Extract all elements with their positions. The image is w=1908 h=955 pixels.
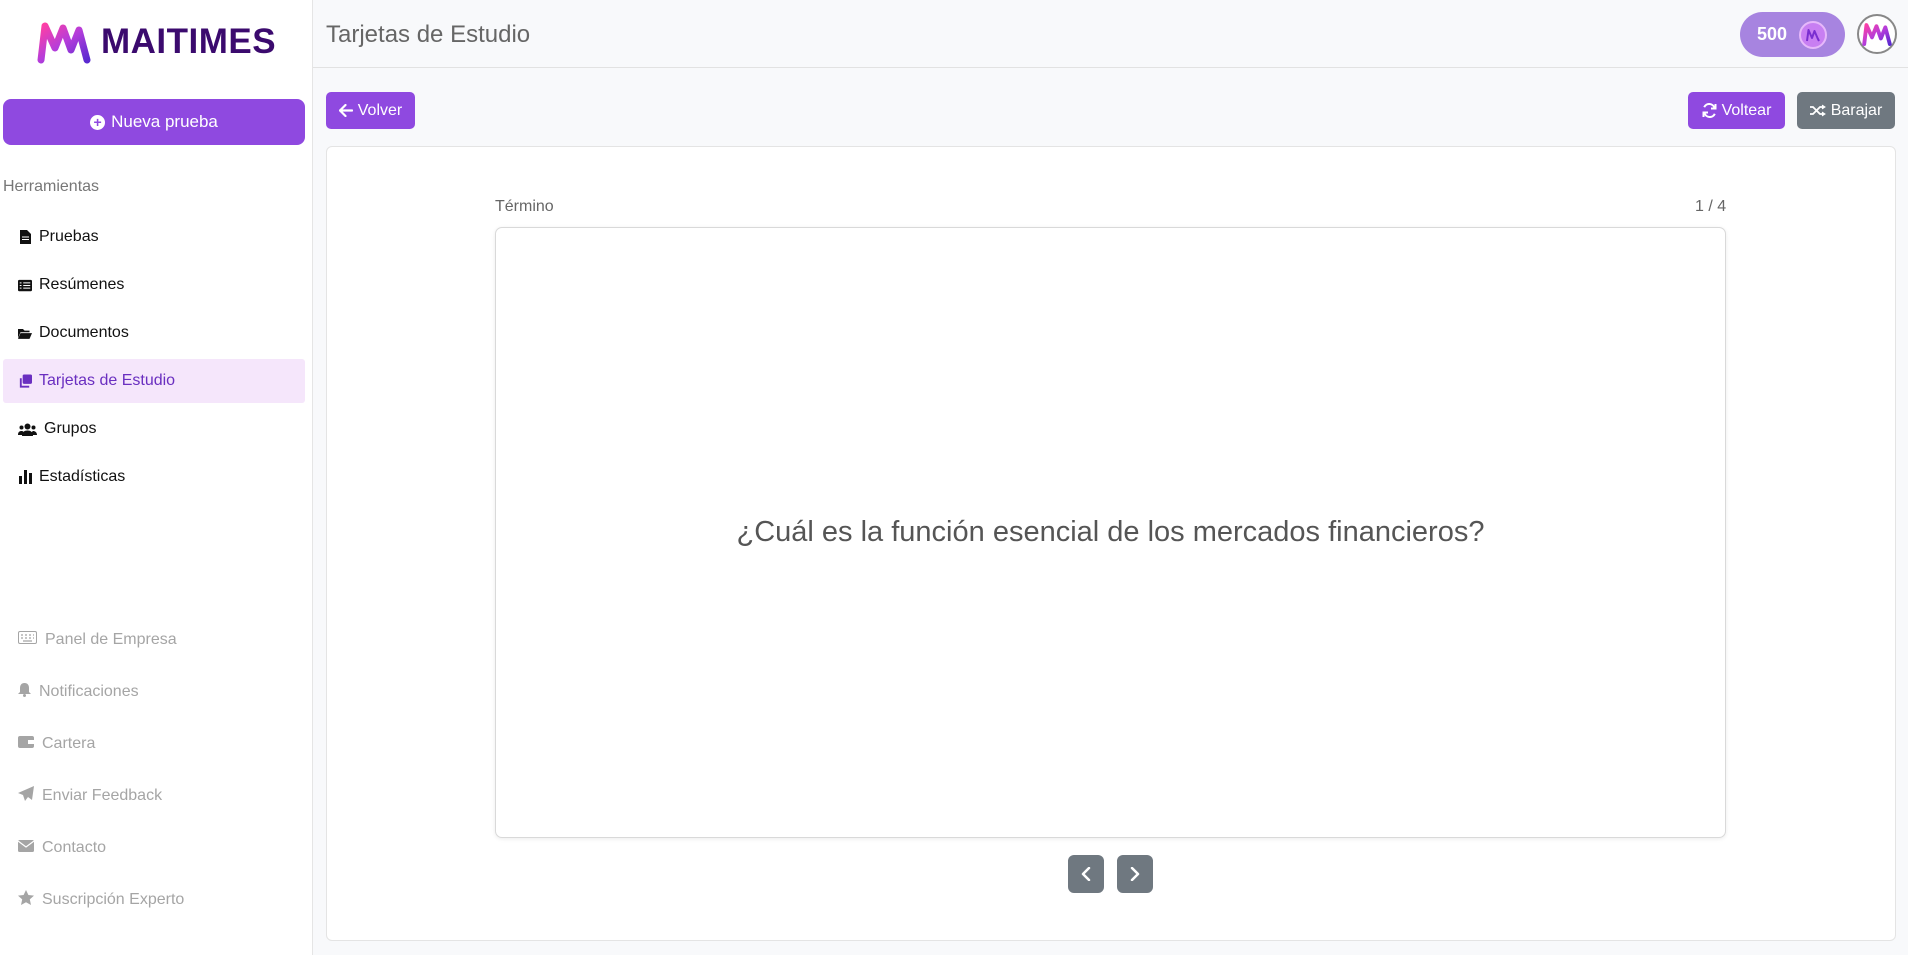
sidebar-item-estadisticas[interactable]: Estadísticas <box>3 455 305 499</box>
previous-card-button[interactable] <box>1068 855 1104 893</box>
sidebar-item-feedback[interactable]: Enviar Feedback <box>3 770 305 822</box>
sidebar-item-suscripcion[interactable]: Suscripción Experto <box>3 874 305 926</box>
sidebar-item-notificaciones[interactable]: Notificaciones <box>3 666 305 718</box>
star-icon <box>18 890 34 910</box>
next-card-button[interactable] <box>1117 855 1153 893</box>
shuffle-icon <box>1809 104 1826 117</box>
bell-icon <box>18 682 31 702</box>
chevron-right-icon <box>1130 867 1140 881</box>
file-icon <box>18 230 32 244</box>
folder-open-icon <box>18 326 32 340</box>
card-counter: 1 / 4 <box>1695 198 1727 215</box>
sidebar-item-label: Tarjetas de Estudio <box>39 372 176 389</box>
coin-balance-value: 500 <box>1757 24 1788 44</box>
sidebar: MAITIMES + Nueva prueba Herramientas Pru… <box>0 0 313 955</box>
sidebar-item-label: Notificaciones <box>39 683 139 700</box>
shuffle-button[interactable]: Barajar <box>1797 92 1895 129</box>
sync-icon <box>1702 103 1717 118</box>
sidebar-item-label: Documentos <box>39 324 129 341</box>
list-icon <box>18 278 32 292</box>
tools-section-label: Herramientas <box>3 178 100 195</box>
avatar-logo-icon <box>1862 23 1892 46</box>
plus-circle-icon: + <box>90 114 106 130</box>
sidebar-item-pruebas[interactable]: Pruebas <box>3 215 305 259</box>
flip-label: Voltear <box>1721 101 1772 119</box>
coin-icon <box>1799 20 1828 49</box>
new-test-label: Nueva prueba <box>111 112 218 131</box>
flashcard-text: ¿Cuál es la función esencial de los merc… <box>736 516 1485 548</box>
sidebar-item-grupos[interactable]: Grupos <box>3 407 305 451</box>
sidebar-item-cartera[interactable]: Cartera <box>3 718 305 770</box>
arrow-left-icon <box>338 104 353 117</box>
sidebar-item-label: Resúmenes <box>39 276 125 293</box>
sidebar-item-documentos[interactable]: Documentos <box>3 311 305 355</box>
users-icon <box>18 422 37 436</box>
maitimes-logo-icon <box>37 22 91 64</box>
sidebar-item-label: Suscripción Experto <box>42 891 185 908</box>
brand-logo[interactable]: MAITIMES <box>37 18 276 66</box>
wallet-icon <box>18 735 34 753</box>
keyboard-icon <box>18 631 37 649</box>
user-avatar[interactable] <box>1857 14 1897 54</box>
paper-plane-icon <box>18 786 34 806</box>
sidebar-item-label: Panel de Empresa <box>45 631 177 648</box>
sidebar-item-label: Contacto <box>42 839 107 856</box>
sidebar-item-resumenes[interactable]: Resúmenes <box>3 263 305 307</box>
card-side-label: Término <box>495 198 554 215</box>
bar-chart-icon <box>18 470 32 484</box>
new-test-button[interactable]: + Nueva prueba <box>3 99 305 145</box>
sidebar-item-label: Estadísticas <box>39 468 126 485</box>
sidebar-item-label: Grupos <box>44 420 97 437</box>
sidebar-item-panel-empresa[interactable]: Panel de Empresa <box>3 614 305 666</box>
back-button[interactable]: Volver <box>326 92 415 129</box>
brand-name: MAITIMES <box>101 22 277 61</box>
chevron-left-icon <box>1081 867 1091 881</box>
cards-icon <box>18 374 32 388</box>
sidebar-item-tarjetas[interactable]: Tarjetas de Estudio <box>3 359 305 403</box>
shuffle-label: Barajar <box>1830 101 1883 119</box>
sidebar-footer-nav: Panel de Empresa Notificaciones Cartera … <box>3 614 305 926</box>
sidebar-item-label: Enviar Feedback <box>42 787 163 804</box>
sidebar-item-label: Cartera <box>42 735 96 752</box>
sidebar-item-contacto[interactable]: Contacto <box>3 822 305 874</box>
back-label: Volver <box>357 101 403 119</box>
flip-button[interactable]: Voltear <box>1688 92 1785 129</box>
envelope-icon <box>17 839 35 857</box>
top-header: Tarjetas de Estudio 500 <box>313 0 1908 68</box>
coin-balance-badge[interactable]: 500 <box>1740 12 1845 57</box>
flashcard[interactable]: ¿Cuál es la función esencial de los merc… <box>495 227 1726 838</box>
sidebar-nav: Pruebas Resúmenes Documentos Tarjetas de… <box>3 215 305 503</box>
sidebar-item-label: Pruebas <box>39 228 99 245</box>
page-title: Tarjetas de Estudio <box>326 21 531 48</box>
